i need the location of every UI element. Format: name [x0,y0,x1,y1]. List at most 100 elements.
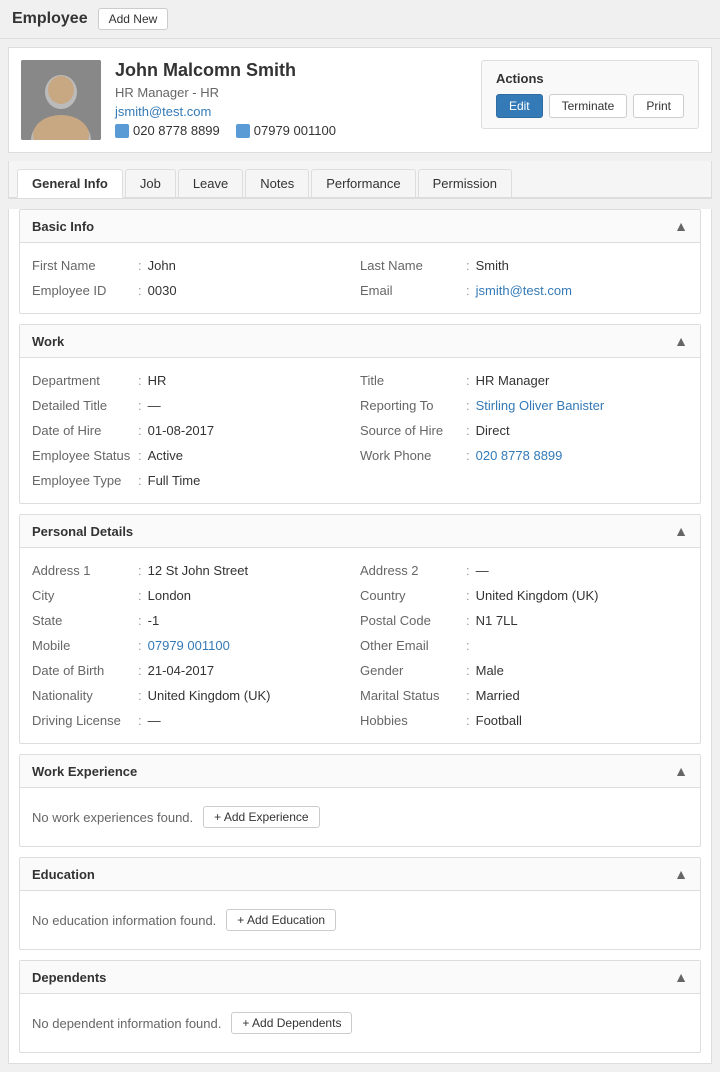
other-email-label: Other Email [360,638,460,653]
detailed-title-value: — [148,398,161,413]
employee-photo [21,60,101,140]
page-wrapper: Employee Add New John Malcomn Smith HR M… [0,0,720,1064]
work-header[interactable]: Work ▲ [20,325,700,358]
field-employee-type: Employee Type : Full Time [32,468,360,493]
dependents-toggle: ▲ [674,969,688,985]
employee-type-label: Employee Type [32,473,132,488]
dob-label: Date of Birth [32,663,132,678]
date-of-hire-label: Date of Hire [32,423,132,438]
personal-details-fields: Address 1 : 12 St John Street City : Lon… [32,558,688,733]
work-right: Title : HR Manager Reporting To : Stirli… [360,368,688,493]
tab-general-info[interactable]: General Info [17,169,123,198]
tab-performance[interactable]: Performance [311,169,415,197]
basic-info-title: Basic Info [32,219,94,234]
basic-info-left: First Name : John Employee ID : 0030 [32,253,360,303]
work-phone-value: 020 8778 8899 [476,448,563,463]
tabs-container: General Info Job Leave Notes Performance… [8,161,712,199]
work-experience-empty-text: No work experiences found. [32,810,193,825]
reporting-to-value: Stirling Oliver Banister [476,398,605,413]
add-dependents-button[interactable]: + Add Dependents [231,1012,352,1034]
mobile-contact: 07979 001100 [236,123,336,138]
work-experience-header[interactable]: Work Experience ▲ [20,755,700,788]
work-experience-empty: No work experiences found. + Add Experie… [32,798,688,836]
mobile-icon [236,124,250,138]
employee-contacts: 020 8778 8899 07979 001100 [115,123,481,138]
department-label: Department [32,373,132,388]
field-address2: Address 2 : — [360,558,688,583]
last-name-label: Last Name [360,258,460,273]
marital-status-value: Married [476,688,520,703]
nationality-label: Nationality [32,688,132,703]
employee-info: John Malcomn Smith HR Manager - HR jsmit… [115,60,481,138]
email-label: Email [360,283,460,298]
field-address1: Address 1 : 12 St John Street [32,558,360,583]
email-link[interactable]: jsmith@test.com [476,283,572,298]
dob-value: 21-04-2017 [148,663,215,678]
dependents-empty-text: No dependent information found. [32,1016,221,1031]
work-experience-toggle: ▲ [674,763,688,779]
employee-email: jsmith@test.com [115,104,481,119]
personal-details-header[interactable]: Personal Details ▲ [20,515,700,548]
basic-info-toggle: ▲ [674,218,688,234]
field-city: City : London [32,583,360,608]
basic-info-section: Basic Info ▲ First Name : John Employee … [19,209,701,314]
field-date-of-hire: Date of Hire : 01-08-2017 [32,418,360,443]
work-experience-section: Work Experience ▲ No work experiences fo… [19,754,701,847]
field-title: Title : HR Manager [360,368,688,393]
tab-notes[interactable]: Notes [245,169,309,197]
education-empty: No education information found. + Add Ed… [32,901,688,939]
phone-contact: 020 8778 8899 [115,123,220,138]
employee-card: John Malcomn Smith HR Manager - HR jsmit… [8,47,712,153]
edit-button[interactable]: Edit [496,94,543,118]
terminate-button[interactable]: Terminate [549,94,628,118]
field-marital-status: Marital Status : Married [360,683,688,708]
first-name-label: First Name [32,258,132,273]
field-gender: Gender : Male [360,658,688,683]
actions-title: Actions [496,71,684,86]
marital-status-label: Marital Status [360,688,460,703]
address1-label: Address 1 [32,563,132,578]
tab-job[interactable]: Job [125,169,176,197]
basic-info-body: First Name : John Employee ID : 0030 Las… [20,243,700,313]
dependents-empty: No dependent information found. + Add De… [32,1004,688,1042]
work-left: Department : HR Detailed Title : — Date … [32,368,360,493]
address2-label: Address 2 [360,563,460,578]
page-title: Employee [12,10,88,28]
dependents-header[interactable]: Dependents ▲ [20,961,700,994]
postal-code-label: Postal Code [360,613,460,628]
hobbies-value: Football [476,713,522,728]
tab-permission[interactable]: Permission [418,169,512,197]
tab-leave[interactable]: Leave [178,169,243,197]
country-label: Country [360,588,460,603]
personal-details-body: Address 1 : 12 St John Street City : Lon… [20,548,700,743]
add-new-button[interactable]: Add New [98,8,169,30]
first-name-value: John [148,258,176,273]
print-button[interactable]: Print [633,94,684,118]
reporting-to-link[interactable]: Stirling Oliver Banister [476,398,605,413]
employee-email-link[interactable]: jsmith@test.com [115,104,211,119]
mobile-link[interactable]: 07979 001100 [148,638,230,653]
address2-value: — [476,563,489,578]
work-section: Work ▲ Department : HR Detailed Title : [19,324,701,504]
field-state: State : -1 [32,608,360,633]
email-value: jsmith@test.com [476,283,572,298]
field-email: Email : jsmith@test.com [360,278,688,303]
field-dob: Date of Birth : 21-04-2017 [32,658,360,683]
add-experience-button[interactable]: + Add Experience [203,806,319,828]
department-value: HR [148,373,167,388]
field-employee-id: Employee ID : 0030 [32,278,360,303]
actions-buttons: Edit Terminate Print [496,94,684,118]
driving-license-label: Driving License [32,713,132,728]
state-label: State [32,613,132,628]
add-education-button[interactable]: + Add Education [226,909,336,931]
employee-name: John Malcomn Smith [115,60,481,81]
personal-details-left: Address 1 : 12 St John Street City : Lon… [32,558,360,733]
postal-code-value: N1 7LL [476,613,518,628]
field-other-email: Other Email : [360,633,688,658]
address1-value: 12 St John Street [148,563,248,578]
education-header[interactable]: Education ▲ [20,858,700,891]
basic-info-header[interactable]: Basic Info ▲ [20,210,700,243]
education-title: Education [32,867,95,882]
work-phone-link[interactable]: 020 8778 8899 [476,448,563,463]
content-area: Basic Info ▲ First Name : John Employee … [8,209,712,1064]
